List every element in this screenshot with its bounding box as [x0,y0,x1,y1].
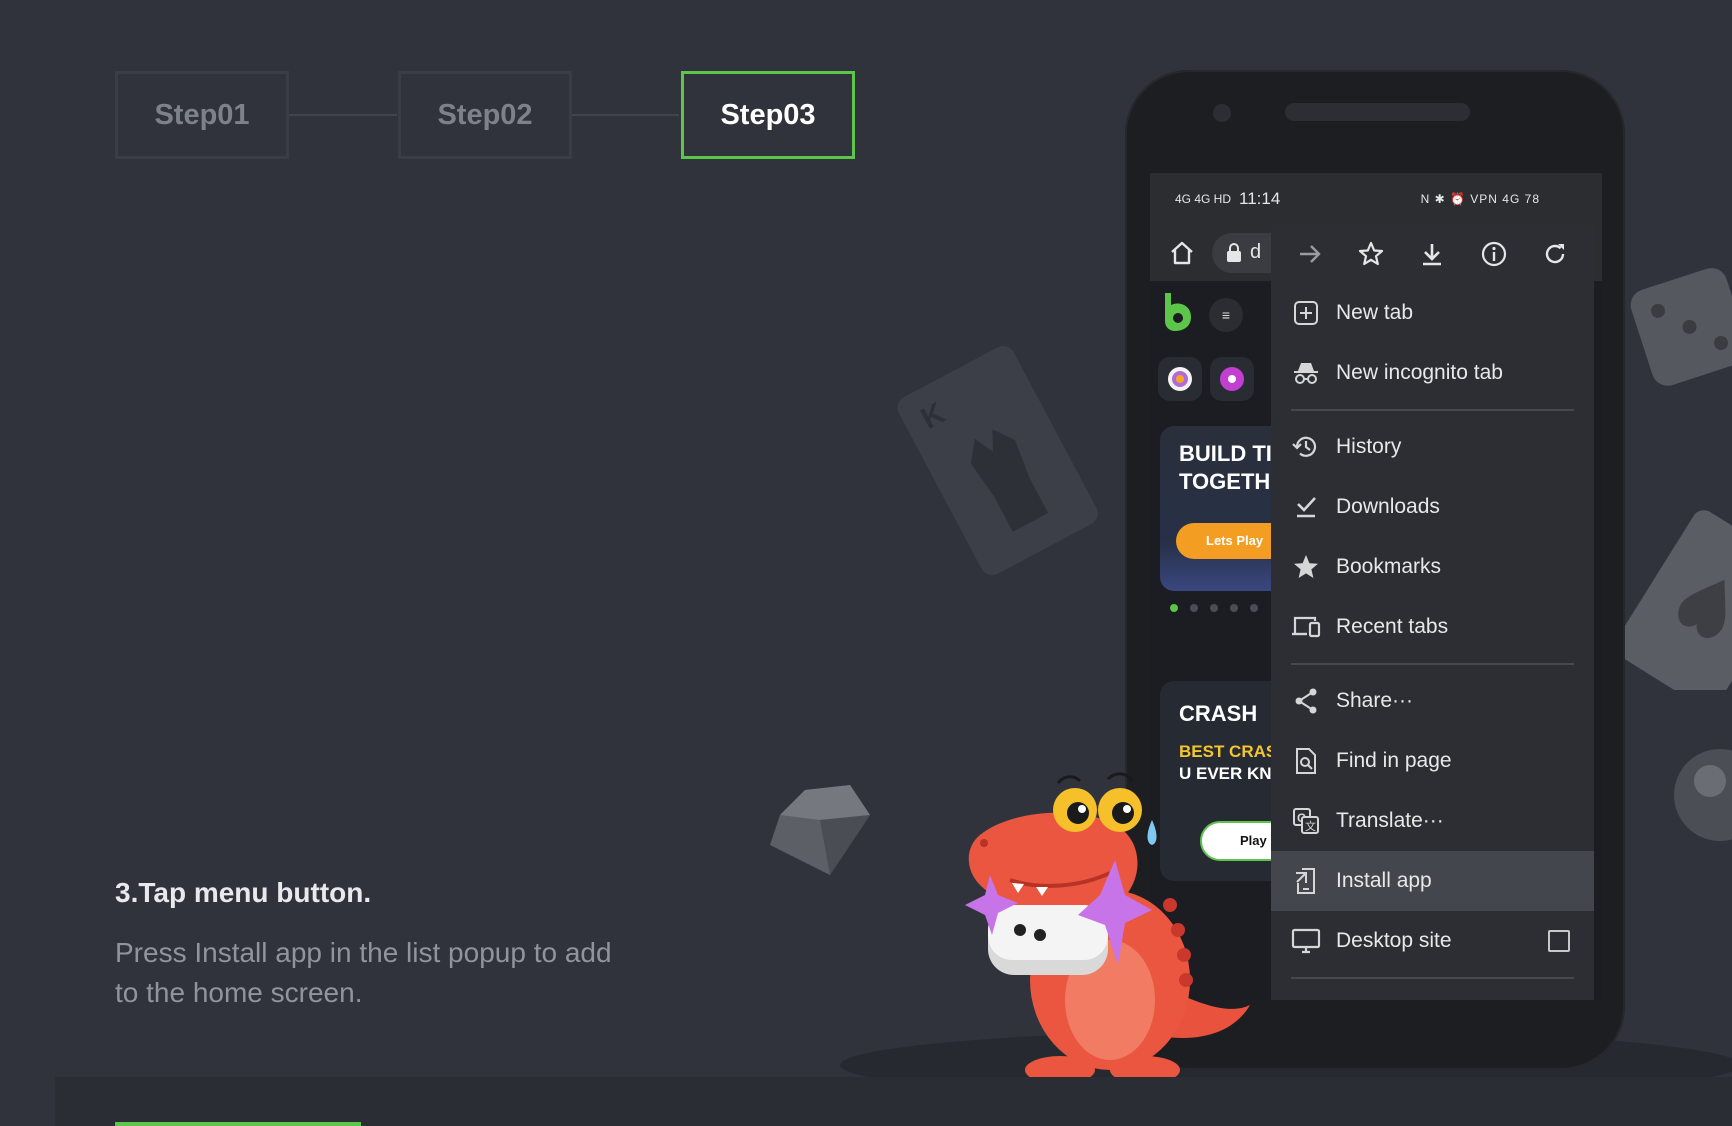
menu-item-new-incognito-tab[interactable]: New incognito tab [1271,343,1594,403]
step-connector [571,114,679,116]
ball-decoration [1674,749,1732,841]
menu-item-downloads[interactable]: Downloads [1271,477,1594,537]
menu-item-label: New incognito tab [1336,361,1503,384]
step-3-tab[interactable]: Step03 [681,71,855,159]
menu-item-label: History [1336,435,1402,458]
carousel-dots [1170,604,1258,612]
game-chip-target[interactable] [1158,357,1202,401]
menu-divider [1271,403,1594,417]
crash-subtitle: BEST CRAS [1179,742,1278,761]
download-check-icon [1291,492,1321,522]
crocodile-mascot-illustration [965,772,1250,1084]
site-hamburger-icon[interactable]: ≡ [1209,298,1243,332]
share-icon [1291,686,1321,716]
step-indicator: Step01 Step02 Step03 [115,71,857,159]
menu-item-label: Share··· [1336,689,1414,712]
menu-item-label: New tab [1336,301,1414,324]
desktop-site-checkbox[interactable] [1548,930,1570,952]
menu-item-translate[interactable]: G文 Translate··· [1271,791,1594,851]
svg-text:文: 文 [1305,819,1316,833]
bottom-accent-bar [115,1122,361,1126]
step-1-tab[interactable]: Step01 [115,71,289,159]
incognito-icon [1291,358,1321,388]
phone-camera [1213,104,1231,122]
menu-item-share[interactable]: Share··· [1271,671,1594,731]
menu-item-new-tab[interactable]: New tab [1271,283,1594,343]
menu-item-desktop-site[interactable]: Desktop site [1271,911,1594,971]
menu-item-label: Install app [1336,869,1432,892]
menu-list: New tab New incognito tab History Downlo… [1271,283,1594,985]
menu-item-label: Bookmarks [1336,555,1442,578]
status-bar: 4G 4G HD 11:14 N ✱ ⏰ VPN 4G 78 [1150,173,1602,225]
star-filled-icon [1291,552,1321,582]
star-outline-icon[interactable] [1354,237,1388,271]
step-connector [289,114,397,116]
plus-box-icon [1291,298,1321,328]
monitor-icon [1291,926,1321,956]
menu-item-label: Desktop site [1336,929,1452,952]
menu-item-history[interactable]: History [1271,417,1594,477]
playing-card-king-decoration: K [897,346,1098,576]
menu-item-label: Recent tabs [1336,615,1449,638]
step-2-tab[interactable]: Step02 [398,71,572,159]
history-icon [1291,432,1321,462]
refresh-icon[interactable] [1538,237,1572,271]
forward-icon[interactable] [1293,237,1327,271]
install-app-icon [1291,866,1321,896]
status-time: 11:14 [1239,189,1281,208]
address-text: d [1250,241,1262,263]
gem-decoration [770,785,870,875]
menu-item-install-app[interactable]: Install app [1271,851,1594,911]
menu-item-bookmarks[interactable]: Bookmarks [1271,537,1594,597]
instruction-title: 3.Tap menu button. [115,877,372,908]
menu-item-label: Find in page [1336,749,1452,772]
download-icon[interactable] [1415,237,1449,271]
home-icon[interactable] [1168,239,1196,267]
playing-card-spade-decoration [1620,510,1732,690]
info-icon[interactable] [1477,237,1511,271]
menu-item-label: Translate··· [1336,809,1444,832]
crash-title: CRASH [1179,701,1258,726]
menu-item-recent-tabs[interactable]: Recent tabs [1271,597,1594,657]
menu-divider [1271,657,1594,671]
status-icons: N ✱ ⏰ VPN 4G 78 [1420,192,1540,206]
menu-icon-row [1271,225,1594,283]
dice-decoration [1630,268,1732,386]
game-chip-wheel[interactable] [1210,357,1254,401]
translate-icon: G文 [1291,806,1321,836]
menu-item-label: Downloads [1336,495,1440,518]
devices-icon [1291,612,1321,642]
menu-divider [1271,971,1594,985]
phone-speaker [1285,103,1470,121]
menu-item-find-in-page[interactable]: Find in page [1271,731,1594,791]
find-in-page-icon [1291,746,1321,776]
lock-icon [1227,243,1241,262]
site-logo[interactable] [1161,291,1193,331]
banner-text: BUILD TI TOGETH [1179,441,1272,494]
signal-indicators: 4G 4G HD [1175,192,1232,206]
instruction-body: Press Install app in the list popup to a… [115,937,612,1008]
browser-menu: New tab New incognito tab History Downlo… [1271,225,1594,1000]
bottom-panel [55,1077,1732,1126]
